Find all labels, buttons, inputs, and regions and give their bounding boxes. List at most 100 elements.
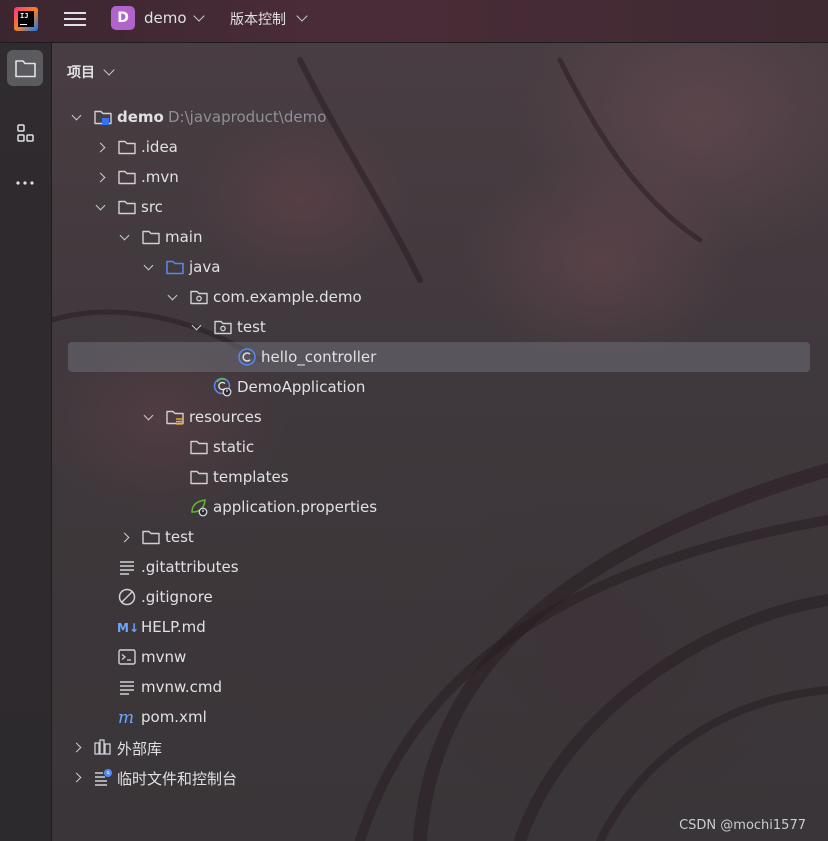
intellij-logo-icon[interactable]: IJ: [14, 7, 38, 31]
java-class-icon: [238, 348, 256, 366]
chevron-right-icon[interactable]: [71, 742, 82, 753]
tree-row[interactable]: resources: [52, 402, 828, 432]
tree-row[interactable]: static: [52, 432, 828, 462]
tree-item-label: .gitattributes: [141, 558, 239, 576]
tree-item-label: DemoApplication: [237, 378, 366, 396]
text-file-icon: [120, 681, 134, 695]
tree-item-label: main: [165, 228, 203, 246]
tree-item-label: mvnw: [141, 648, 187, 666]
tree-row-selected[interactable]: hello_controller: [68, 342, 810, 372]
source-folder-icon: [166, 260, 184, 275]
chevron-down-icon[interactable]: [143, 260, 154, 271]
folder-icon: [118, 140, 136, 155]
library-icon: [94, 739, 111, 755]
chevron-down-icon[interactable]: [167, 290, 178, 301]
tree-row[interactable]: src: [52, 192, 828, 222]
project-tool-button[interactable]: [7, 50, 43, 86]
shell-script-icon: [118, 649, 136, 665]
project-badge[interactable]: D: [111, 6, 135, 30]
tree-row[interactable]: 外部库: [52, 732, 828, 762]
module-folder-icon: [94, 110, 112, 125]
vcs-menu[interactable]: 版本控制: [230, 9, 286, 29]
chevron-right-icon[interactable]: [71, 772, 82, 783]
tree-row[interactable]: demo D:\javaproduct\demo: [52, 102, 828, 132]
folder-icon: [118, 170, 136, 185]
package-icon: [190, 290, 208, 305]
chevron-right-icon[interactable]: [119, 532, 130, 543]
tree-item-label: pom.xml: [141, 708, 207, 726]
tool-window-strip: [0, 43, 52, 841]
tree-item-label: templates: [213, 468, 289, 486]
tree-item-label: src: [141, 198, 163, 216]
folder-icon: [190, 440, 208, 455]
resources-folder-icon: [166, 410, 184, 425]
tree-item-label: static: [213, 438, 255, 456]
tree-item-label: 外部库: [117, 740, 163, 758]
panel-title[interactable]: 项目: [67, 62, 95, 82]
chevron-right-icon[interactable]: [95, 142, 106, 153]
chevron-down-icon[interactable]: [95, 200, 106, 211]
tree-row[interactable]: 临时文件和控制台: [52, 762, 828, 792]
tree-row[interactable]: application.properties: [52, 492, 828, 522]
watermark: CSDN @mochi1577: [679, 818, 806, 833]
chevron-down-icon[interactable]: [71, 110, 82, 121]
tree-item-label: .mvn: [141, 168, 179, 186]
tree-row[interactable]: test: [52, 522, 828, 552]
tree-item-label: test: [237, 318, 266, 336]
tree-row[interactable]: .gitignore: [52, 582, 828, 612]
tree-row[interactable]: DemoApplication: [52, 372, 828, 402]
structure-tool-button[interactable]: [7, 116, 43, 152]
svg-text:m: m: [118, 708, 134, 727]
tree-item-label: 临时文件和控制台: [117, 770, 238, 788]
tree-row[interactable]: templates: [52, 462, 828, 492]
structure-icon: [17, 124, 34, 142]
tree-item-label: mvnw.cmd: [141, 678, 223, 696]
tree-item-label: .idea: [141, 138, 178, 156]
tree-item-label: demo: [117, 108, 164, 126]
spring-properties-icon: [191, 499, 208, 517]
tree-row[interactable]: com.example.demo: [52, 282, 828, 312]
tree-item-label: test: [165, 528, 194, 546]
text-file-icon: [120, 561, 134, 575]
tree-row[interactable]: test: [52, 312, 828, 342]
package-icon: [214, 320, 232, 335]
tree-row[interactable]: main: [52, 222, 828, 252]
folder-icon: [118, 200, 136, 215]
tree-row[interactable]: mvnw: [52, 642, 828, 672]
tree-item-label: application.properties: [213, 498, 378, 516]
scratches-icon: [95, 769, 112, 786]
chevron-down-icon[interactable]: [296, 10, 308, 22]
tree-row[interactable]: .gitattributes: [52, 552, 828, 582]
markdown-icon: M↓: [117, 621, 137, 635]
svg-text:M↓: M↓: [117, 621, 137, 635]
tree-item-label: hello_controller: [261, 348, 377, 366]
more-tools-button[interactable]: [7, 165, 43, 201]
tree-row[interactable]: m pom.xml: [52, 702, 828, 732]
more-icon: [16, 181, 34, 185]
chevron-down-icon[interactable]: [119, 230, 130, 241]
tree-item-label: .gitignore: [141, 588, 213, 606]
ignore-file-icon: [118, 588, 136, 606]
main-menu-icon[interactable]: [64, 8, 86, 30]
folder-icon: [15, 60, 36, 78]
spring-boot-class-icon: [213, 377, 232, 397]
folder-icon: [142, 230, 160, 245]
tree-row[interactable]: java: [52, 252, 828, 282]
maven-icon: m: [118, 708, 134, 727]
chevron-right-icon[interactable]: [95, 172, 106, 183]
tree-item-label: java: [189, 258, 221, 276]
tree-item-label: resources: [189, 408, 262, 426]
chevron-down-icon[interactable]: [143, 410, 154, 421]
folder-icon: [142, 530, 160, 545]
folder-icon: [190, 470, 208, 485]
tree-row[interactable]: .mvn: [52, 162, 828, 192]
tree-row[interactable]: mvnw.cmd: [52, 672, 828, 702]
tree-row[interactable]: .idea: [52, 132, 828, 162]
chevron-down-icon[interactable]: [193, 10, 205, 22]
title-bar: IJ D demo 版本控制: [0, 0, 828, 43]
chevron-down-icon[interactable]: [191, 320, 202, 331]
tree-row[interactable]: M↓ HELP.md: [52, 612, 828, 642]
tree-item-label: com.example.demo: [213, 288, 362, 306]
project-path: D:\javaproduct\demo: [168, 108, 327, 126]
project-name[interactable]: demo: [144, 9, 187, 27]
